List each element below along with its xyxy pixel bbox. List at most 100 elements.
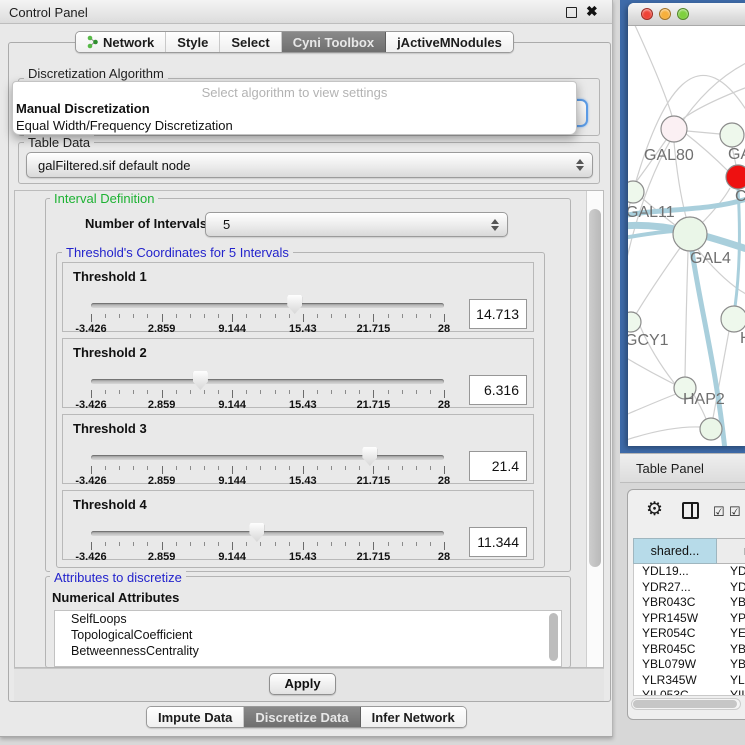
network-node-h[interactable]	[721, 306, 745, 332]
list-scrollbar-thumb[interactable]	[549, 613, 558, 661]
threshold-value-field[interactable]: 14.713	[469, 299, 527, 329]
threshold-value-field[interactable]: 11.344	[469, 527, 527, 557]
slider-thumb[interactable]	[287, 295, 302, 314]
network-node-gal[interactable]	[720, 123, 744, 147]
threshold-slider[interactable]	[91, 531, 444, 536]
horizontal-scrollbar[interactable]	[631, 698, 741, 710]
cell-shared-name[interactable]: YIL053C	[634, 688, 718, 695]
table-row[interactable]: YIL053CYIL0	[634, 688, 745, 695]
cell-name[interactable]: YDL1	[718, 564, 745, 580]
network-node-gal11[interactable]	[628, 181, 644, 203]
top-tab-style[interactable]: Style	[166, 32, 220, 52]
float-window-icon[interactable]	[566, 7, 577, 18]
attribute-item[interactable]: SelfLoops	[55, 611, 561, 627]
bottom-tab-discretize-data[interactable]: Discretize Data	[244, 707, 360, 727]
cell-name[interactable]: YER0	[718, 626, 745, 642]
cell-shared-name[interactable]: YDL19...	[634, 564, 718, 580]
apply-button[interactable]: Apply	[269, 673, 336, 695]
table-row[interactable]: YDL19...YDL1	[634, 564, 745, 580]
slider-thumb[interactable]	[249, 523, 264, 542]
top-tab-network[interactable]: Network	[76, 32, 166, 52]
attribute-item[interactable]: BetweennessCentrality	[55, 643, 561, 659]
dropdown-item-equal-width[interactable]: Equal Width/Frequency Discretization	[13, 117, 576, 134]
table-row[interactable]: YDR27...YDR2	[634, 580, 745, 596]
panel-title: Control Panel	[9, 5, 88, 20]
threshold-slider[interactable]	[91, 303, 444, 308]
threshold-panel-4: Threshold 4-3.4262.8599.14415.4321.71528…	[62, 490, 534, 560]
cell-name[interactable]: YDR2	[718, 580, 745, 596]
column-header-shared-name[interactable]: shared...	[633, 538, 717, 564]
tick-label: 9.144	[218, 475, 246, 487]
network-node-gal80[interactable]	[661, 116, 687, 142]
node-label: HAP2	[683, 391, 725, 408]
table-row[interactable]: YPR145WYPR1	[634, 611, 745, 627]
split-columns-icon[interactable]	[682, 502, 699, 519]
node-label: GAL4	[690, 250, 731, 267]
cell-name[interactable]: YBL0	[718, 657, 745, 673]
tab-label: Infer Network	[372, 710, 455, 725]
bottom-tab-impute-data[interactable]: Impute Data	[147, 707, 244, 727]
cell-shared-name[interactable]: YBL079W	[634, 657, 718, 673]
close-traffic-light[interactable]	[641, 8, 653, 20]
minimize-traffic-light[interactable]	[659, 8, 671, 20]
top-tab-cyni-toolbox[interactable]: Cyni Toolbox	[282, 32, 386, 52]
table-row[interactable]: YBR045CYBR0	[634, 642, 745, 658]
tick-label: 21.715	[357, 551, 391, 563]
checkbox-icon[interactable]: ☑	[713, 505, 725, 518]
cell-name[interactable]: YBR0	[718, 642, 745, 658]
table-row[interactable]: YLR345WYLR3	[634, 673, 745, 689]
cell-shared-name[interactable]: YPR145W	[634, 611, 718, 627]
interval-definition-title: Interval Definition	[50, 191, 158, 206]
tick-label: -3.426	[75, 323, 106, 335]
table-row[interactable]: YBR043CYBR0	[634, 595, 745, 611]
tab-label: Style	[177, 35, 208, 50]
cell-shared-name[interactable]: YDR27...	[634, 580, 718, 596]
network-node-gcy1[interactable]	[628, 312, 641, 332]
number-of-intervals-combobox[interactable]: 5	[205, 212, 508, 237]
numerical-attributes-list[interactable]: SelfLoopsTopologicalCoefficientBetweenne…	[54, 610, 562, 667]
table-header-row: shared... name	[633, 538, 745, 564]
cell-name[interactable]: YPR1	[718, 611, 745, 627]
close-icon[interactable]: ✖	[586, 3, 598, 20]
threshold-value-field[interactable]: 6.316	[469, 375, 527, 405]
horizontal-scrollbar-thumb[interactable]	[633, 700, 737, 708]
threshold-value-field[interactable]: 21.4	[469, 451, 527, 481]
slider-thumb[interactable]	[362, 447, 377, 466]
cell-shared-name[interactable]: YBR045C	[634, 642, 718, 658]
gear-icon[interactable]: ⚙	[646, 500, 663, 519]
tick-label: 15.43	[289, 323, 317, 335]
network-node-gal4[interactable]	[673, 217, 707, 251]
cell-name[interactable]: YLR3	[718, 673, 745, 689]
checkbox-icon[interactable]: ☑	[729, 505, 741, 518]
bottom-tab-infer-network[interactable]: Infer Network	[361, 707, 466, 727]
algorithm-dropdown-popup: Select algorithm to view settings Manual…	[12, 81, 577, 135]
cell-shared-name[interactable]: YLR345W	[634, 673, 718, 689]
dropdown-item-manual[interactable]: Manual Discretization	[13, 100, 576, 117]
apply-strip: Apply	[14, 668, 604, 701]
table-row[interactable]: YER054CYER0	[634, 626, 745, 642]
threshold-slider[interactable]	[91, 379, 444, 384]
cell-shared-name[interactable]: YBR043C	[634, 595, 718, 611]
table-row[interactable]: YBL079WYBL0	[634, 657, 745, 673]
zoom-traffic-light[interactable]	[677, 8, 689, 20]
attribute-item[interactable]: TopologicalCoefficient	[55, 627, 561, 643]
number-of-intervals-label: Number of Intervals	[85, 216, 207, 231]
column-header-name[interactable]: name	[717, 538, 745, 564]
tab-label: Discretize Data	[255, 710, 348, 725]
slider-thumb[interactable]	[193, 371, 208, 390]
threshold-slider[interactable]	[91, 455, 444, 460]
cell-name[interactable]: YIL0	[718, 688, 745, 695]
vertical-scrollbar[interactable]	[586, 191, 603, 667]
network-canvas[interactable]: GAL80GALCGAL11GAL4GCY1HHAP2	[628, 26, 745, 446]
cell-shared-name[interactable]: YER054C	[634, 626, 718, 642]
top-tab-jactivemnodules[interactable]: jActiveMNodules	[386, 32, 513, 52]
cell-name[interactable]: YBR0	[718, 595, 745, 611]
vertical-scrollbar-thumb[interactable]	[589, 209, 601, 567]
network-edge-highlighted	[692, 251, 725, 446]
top-tab-select[interactable]: Select	[220, 32, 281, 52]
network-node[interactable]	[700, 418, 722, 440]
network-view-window: GAL80GALCGAL11GAL4GCY1HHAP2	[628, 3, 745, 446]
network-node-c[interactable]	[726, 165, 745, 189]
table-data-combobox[interactable]: galFiltered.sif default node	[26, 152, 593, 178]
slider-ticks	[91, 314, 444, 323]
